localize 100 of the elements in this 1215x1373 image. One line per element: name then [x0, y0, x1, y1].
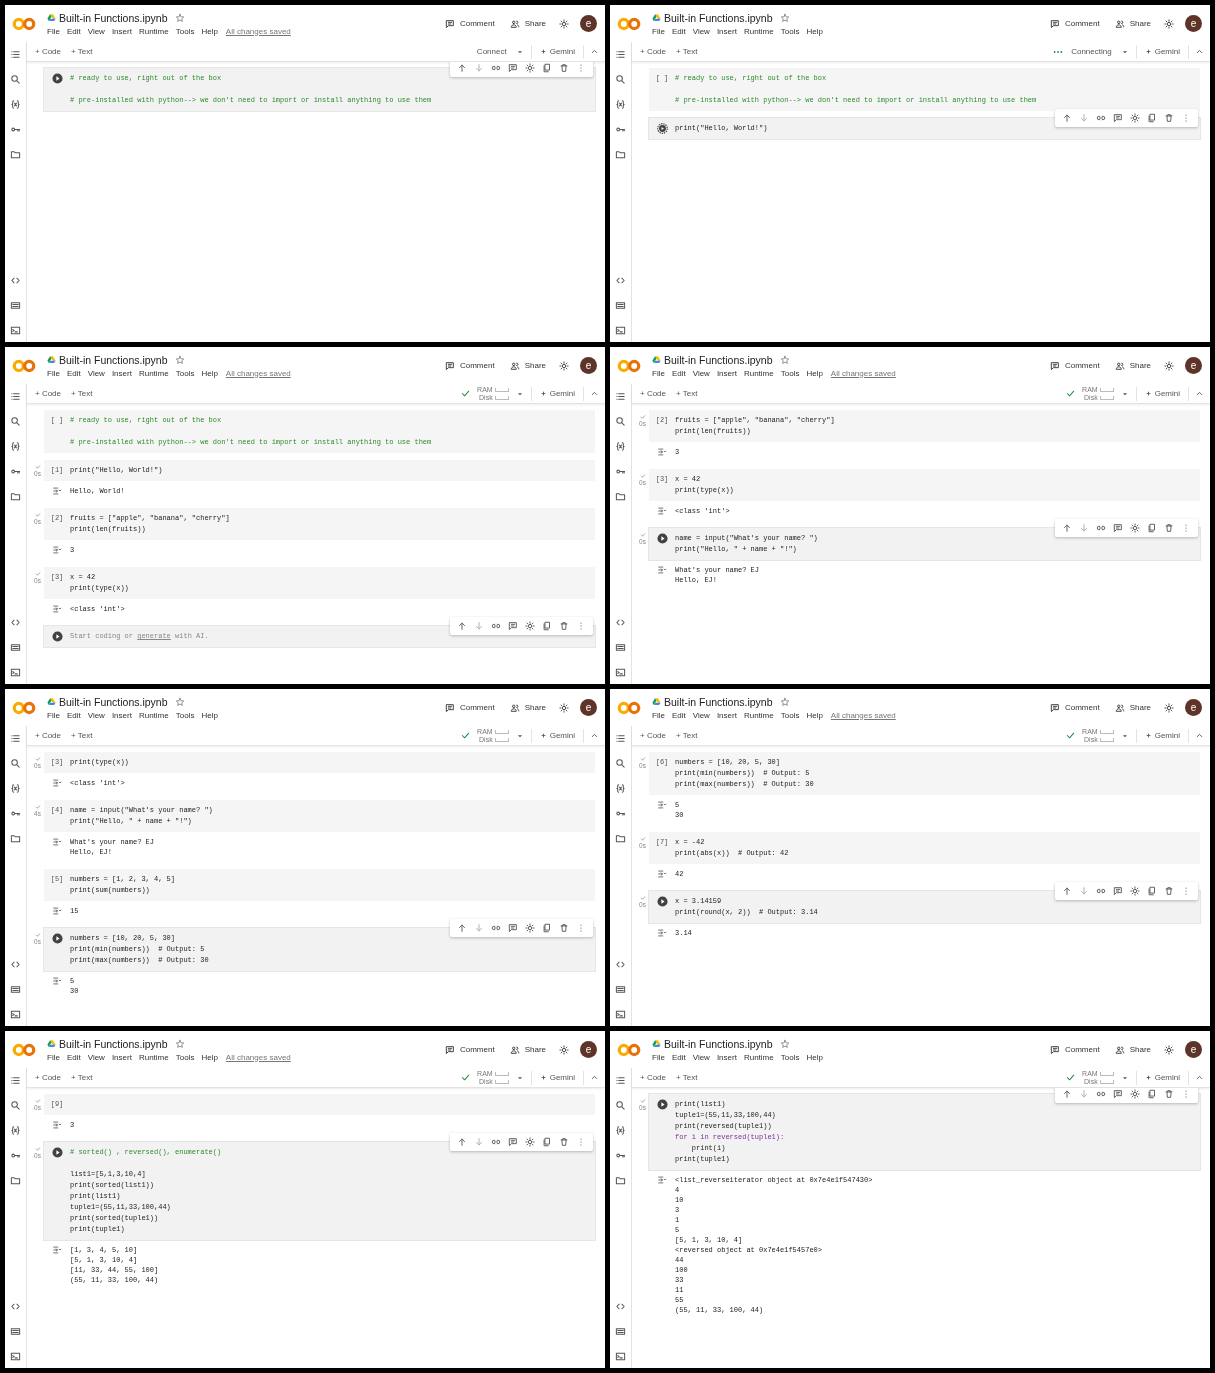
- run-button[interactable]: [51, 631, 63, 642]
- menu-item[interactable]: Runtime: [138, 710, 169, 720]
- share-button[interactable]: Share: [507, 358, 548, 373]
- code-icon[interactable]: [10, 617, 21, 628]
- folder-icon[interactable]: [615, 491, 626, 502]
- comment-icon[interactable]: [508, 63, 518, 73]
- variables-icon[interactable]: [615, 441, 626, 452]
- save-status-link[interactable]: All changes saved: [225, 26, 291, 36]
- search-icon[interactable]: [615, 416, 626, 427]
- star-icon[interactable]: [174, 354, 185, 365]
- menu-item[interactable]: Runtime: [743, 368, 774, 378]
- collapse-icon[interactable]: [590, 1073, 599, 1082]
- link-icon[interactable]: [1096, 886, 1106, 896]
- menu-item[interactable]: Help: [201, 368, 218, 378]
- menu-item[interactable]: Insert: [716, 26, 737, 36]
- move-up-icon[interactable]: [457, 923, 467, 933]
- mirror-cell-icon[interactable]: [1147, 886, 1157, 896]
- link-icon[interactable]: [1096, 1089, 1106, 1099]
- table-of-contents-icon[interactable]: [615, 733, 626, 744]
- terminal-icon[interactable]: [615, 667, 626, 678]
- code-icon[interactable]: [10, 959, 21, 970]
- variables-icon[interactable]: [10, 783, 21, 794]
- menu-item[interactable]: Tools: [175, 710, 195, 720]
- save-status-link[interactable]: All changes saved: [225, 1052, 291, 1062]
- link-icon[interactable]: [491, 923, 501, 933]
- add-text-button[interactable]: + Text: [674, 388, 700, 399]
- colab-logo-icon[interactable]: [616, 1041, 642, 1058]
- move-up-icon[interactable]: [457, 1137, 467, 1147]
- menu-item[interactable]: Tools: [780, 368, 800, 378]
- connecting-status[interactable]: Connecting: [1069, 46, 1114, 57]
- link-icon[interactable]: [491, 63, 501, 73]
- add-text-button[interactable]: + Text: [674, 1072, 700, 1083]
- folder-icon[interactable]: [615, 1175, 626, 1186]
- search-icon[interactable]: [10, 758, 21, 769]
- star-icon[interactable]: [779, 354, 790, 365]
- mirror-cell-icon[interactable]: [1147, 523, 1157, 533]
- add-code-button[interactable]: + Code: [638, 1072, 669, 1083]
- menu-item[interactable]: Help: [806, 1052, 823, 1062]
- settings-icon[interactable]: [1164, 18, 1174, 29]
- mirror-cell-icon[interactable]: [1147, 1089, 1157, 1099]
- move-up-icon[interactable]: [1062, 113, 1072, 123]
- variables-icon[interactable]: [615, 783, 626, 794]
- settings-icon[interactable]: [525, 923, 535, 933]
- menu-item[interactable]: Edit: [66, 368, 81, 378]
- link-icon[interactable]: [491, 621, 501, 631]
- share-button[interactable]: Share: [507, 16, 548, 31]
- add-text-button[interactable]: + Text: [674, 46, 700, 57]
- move-up-icon[interactable]: [457, 621, 467, 631]
- terminal-icon[interactable]: [615, 1009, 626, 1020]
- add-code-button[interactable]: + Code: [33, 46, 64, 57]
- collapse-icon[interactable]: [1195, 1073, 1204, 1082]
- delete-icon[interactable]: [559, 923, 569, 933]
- menu-item[interactable]: View: [692, 368, 710, 378]
- star-icon[interactable]: [779, 1038, 790, 1049]
- menu-item[interactable]: Edit: [671, 1052, 686, 1062]
- notebook-title[interactable]: Built-in Functions.ipynb: [59, 11, 168, 24]
- colab-logo-icon[interactable]: [11, 699, 37, 716]
- comment-button[interactable]: Comment: [442, 700, 497, 715]
- menu-item[interactable]: Help: [806, 368, 823, 378]
- menu-item[interactable]: View: [87, 1052, 105, 1062]
- colab-logo-icon[interactable]: [616, 699, 642, 716]
- menu-item[interactable]: File: [652, 26, 665, 36]
- colab-logo-icon[interactable]: [616, 357, 642, 374]
- table-of-contents-icon[interactable]: [615, 1075, 626, 1086]
- table-of-contents-icon[interactable]: [10, 49, 21, 60]
- delete-icon[interactable]: [1164, 523, 1174, 533]
- menu-item[interactable]: Runtime: [138, 368, 169, 378]
- share-button[interactable]: Share: [1112, 358, 1153, 373]
- menu-item[interactable]: Insert: [716, 710, 737, 720]
- delete-icon[interactable]: [1164, 1089, 1174, 1099]
- variables-icon[interactable]: [10, 441, 21, 452]
- notebook-title[interactable]: Built-in Functions.ipynb: [664, 1037, 773, 1050]
- comment-button[interactable]: Comment: [442, 1042, 497, 1057]
- run-button[interactable]: [51, 73, 63, 84]
- comment-icon[interactable]: [1113, 113, 1123, 123]
- menu-item[interactable]: Tools: [175, 26, 195, 36]
- collapse-icon[interactable]: [1195, 47, 1204, 56]
- menu-item[interactable]: Tools: [175, 1052, 195, 1062]
- menu-item[interactable]: File: [47, 368, 60, 378]
- menu-item[interactable]: Insert: [111, 710, 132, 720]
- code-icon[interactable]: [615, 275, 626, 286]
- star-icon[interactable]: [779, 12, 790, 23]
- menu-item[interactable]: Tools: [780, 26, 800, 36]
- menu-item[interactable]: Runtime: [743, 710, 774, 720]
- comment-icon[interactable]: [508, 621, 518, 631]
- menu-item[interactable]: View: [87, 26, 105, 36]
- notebook-title[interactable]: Built-in Functions.ipynb: [59, 1037, 168, 1050]
- menu-item[interactable]: Edit: [671, 710, 686, 720]
- menu-item[interactable]: Tools: [175, 368, 195, 378]
- move-up-icon[interactable]: [457, 63, 467, 73]
- settings-icon[interactable]: [1164, 360, 1174, 371]
- mirror-cell-icon[interactable]: [1147, 113, 1157, 123]
- keyboard-icon[interactable]: [615, 642, 626, 653]
- terminal-icon[interactable]: [10, 325, 21, 336]
- comment-button[interactable]: Comment: [1047, 16, 1102, 31]
- menu-item[interactable]: File: [652, 710, 665, 720]
- folder-icon[interactable]: [615, 833, 626, 844]
- menu-item[interactable]: View: [87, 710, 105, 720]
- collapse-icon[interactable]: [590, 47, 599, 56]
- keyboard-icon[interactable]: [10, 1326, 21, 1337]
